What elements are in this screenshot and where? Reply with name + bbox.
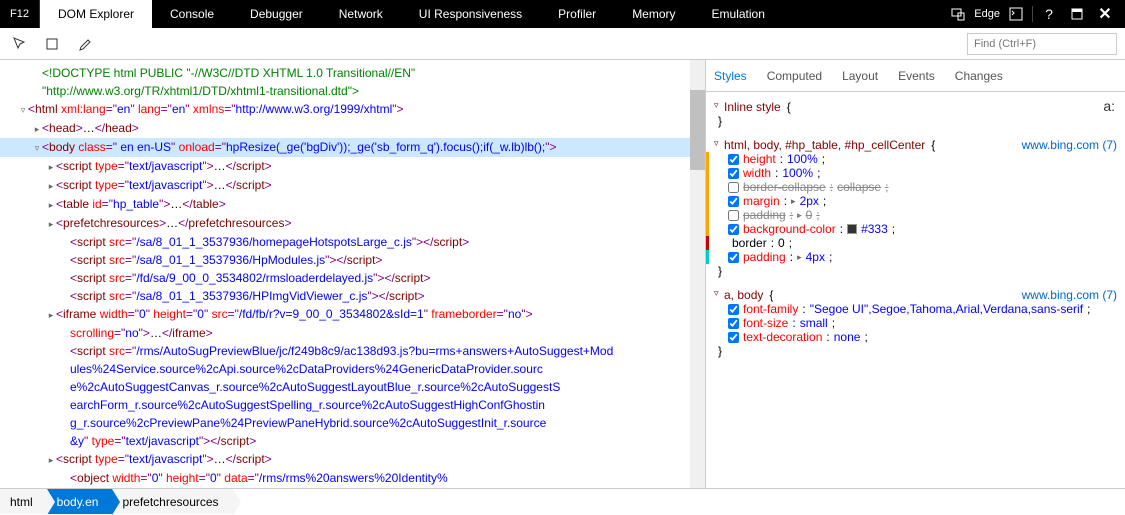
- css-prop[interactable]: padding: ▸4px;: [714, 250, 1117, 264]
- dom-line[interactable]: ▿<body class=" en en-US" onload="hpResiz…: [0, 138, 705, 157]
- dom-line[interactable]: ▸<script type="text/javascript">…</scrip…: [0, 450, 705, 469]
- prop-checkbox[interactable]: [728, 210, 739, 221]
- css-prop[interactable]: height: 100%;: [714, 152, 1117, 166]
- dom-line[interactable]: scrolling="no">…</iframe>: [0, 324, 705, 342]
- css-prop[interactable]: font-size: small;: [714, 316, 1117, 330]
- css-prop[interactable]: text-decoration: none;: [714, 330, 1117, 344]
- side-tab-events[interactable]: Events: [898, 69, 935, 83]
- tab-emulation[interactable]: Emulation: [694, 0, 783, 28]
- tab-ui-responsiveness[interactable]: UI Responsiveness: [401, 0, 540, 28]
- dom-line[interactable]: earchForm_r.source%2cAutoSuggestSpelling…: [0, 396, 705, 414]
- f12-label: F12: [0, 0, 40, 28]
- dom-scrollbar[interactable]: [690, 60, 705, 488]
- css-prop[interactable]: border: 0;: [714, 236, 1117, 250]
- prop-checkbox[interactable]: [728, 154, 739, 165]
- side-tab-styles[interactable]: Styles: [714, 69, 747, 83]
- device-icon[interactable]: [946, 0, 970, 28]
- dom-line[interactable]: ▿<html xml:lang="en" lang="en" xmlns="ht…: [0, 100, 705, 119]
- prop-checkbox[interactable]: [728, 224, 739, 235]
- dom-line[interactable]: ▸<script type="text/javascript">…</scrip…: [0, 157, 705, 176]
- side-tab-computed[interactable]: Computed: [767, 69, 822, 83]
- dom-line[interactable]: ules%24Service.source%2cApi.source%2cDat…: [0, 360, 705, 378]
- prop-checkbox[interactable]: [728, 304, 739, 315]
- tab-dom-explorer[interactable]: DOM Explorer: [40, 0, 152, 28]
- dom-line[interactable]: g_r.source%2cPreviewPane%24PreviewPaneHy…: [0, 414, 705, 432]
- dom-line[interactable]: "http://www.w3.org/TR/xhtml1/DTD/xhtml1-…: [0, 82, 705, 100]
- dom-line[interactable]: <script src="/sa/8_01_1_3537936/HPImgVid…: [0, 287, 705, 305]
- find-input[interactable]: [967, 33, 1117, 55]
- dom-tree[interactable]: <!DOCTYPE html PUBLIC "-//W3C//DTD XHTML…: [0, 60, 705, 488]
- dom-line[interactable]: <object width="0" height="0" data="/rms/…: [0, 469, 705, 487]
- dom-line[interactable]: e%2cAutoSuggestCanvas_r.source%2cAutoSug…: [0, 378, 705, 396]
- dom-line[interactable]: ▸<script type="text/javascript">…</scrip…: [0, 176, 705, 195]
- breadcrumb-body-en[interactable]: body.en: [47, 489, 113, 514]
- dom-line[interactable]: ▸<table id="hp_table">…</table>: [0, 195, 705, 214]
- source-link[interactable]: www.bing.com (7): [1022, 138, 1117, 152]
- side-tab-layout[interactable]: Layout: [842, 69, 878, 83]
- source-link[interactable]: www.bing.com (7): [1022, 288, 1117, 302]
- prop-checkbox[interactable]: [728, 252, 739, 263]
- accessibility-icon[interactable]: a:: [1103, 98, 1115, 114]
- prop-checkbox[interactable]: [728, 168, 739, 179]
- prop-checkbox[interactable]: [728, 196, 739, 207]
- close-icon[interactable]: ✕: [1093, 0, 1117, 28]
- dom-line[interactable]: <script src="/fd/sa/9_00_0_3534802/rmslo…: [0, 269, 705, 287]
- help-icon[interactable]: ?: [1037, 0, 1061, 28]
- breadcrumb-html[interactable]: html: [0, 489, 47, 514]
- tab-debugger[interactable]: Debugger: [232, 0, 321, 28]
- dom-line[interactable]: <script src="/rms/AutoSugPreviewBlue/jc/…: [0, 342, 705, 360]
- css-prop[interactable]: padding: ▸0;: [714, 208, 1117, 222]
- dom-line[interactable]: <script src="/sa/8_01_1_3537936/homepage…: [0, 233, 705, 251]
- css-prop[interactable]: background-color: #333;: [714, 222, 1117, 236]
- tab-network[interactable]: Network: [321, 0, 401, 28]
- dom-line[interactable]: <script src="/sa/8_01_1_3537936/HpModule…: [0, 251, 705, 269]
- tab-profiler[interactable]: Profiler: [540, 0, 614, 28]
- css-prop[interactable]: font-family: "Segoe UI",Segoe,Tahoma,Ari…: [714, 302, 1117, 316]
- undock-icon[interactable]: [1065, 0, 1089, 28]
- prop-checkbox[interactable]: [728, 182, 739, 193]
- dom-line[interactable]: ▸<prefetchresources>…</prefetchresources…: [0, 214, 705, 233]
- console-icon[interactable]: [1004, 0, 1028, 28]
- prop-checkbox[interactable]: [728, 332, 739, 343]
- select-element-icon[interactable]: [8, 32, 32, 56]
- edge-label: Edge: [974, 8, 1000, 20]
- styles-pane[interactable]: a: ▿Inline style{}▿html, body, #hp_table…: [706, 92, 1125, 488]
- side-tab-changes[interactable]: Changes: [955, 69, 1003, 83]
- css-prop[interactable]: border-collapse: collapse;: [714, 180, 1117, 194]
- css-prop[interactable]: margin: ▸2px;: [714, 194, 1117, 208]
- dom-line[interactable]: ▸<head>…</head>: [0, 119, 705, 138]
- prop-checkbox[interactable]: [728, 318, 739, 329]
- dom-line[interactable]: ▸<iframe width="0" height="0" src="/fd/f…: [0, 305, 705, 324]
- sep: [1032, 6, 1033, 22]
- highlight-icon[interactable]: [40, 32, 64, 56]
- color-picker-icon[interactable]: [72, 32, 96, 56]
- breadcrumb-prefetchresources[interactable]: prefetchresources: [112, 489, 232, 514]
- dom-line[interactable]: &y" type="text/javascript"></script>: [0, 432, 705, 450]
- css-prop[interactable]: width: 100%;: [714, 166, 1117, 180]
- dom-line[interactable]: <!DOCTYPE html PUBLIC "-//W3C//DTD XHTML…: [0, 64, 705, 82]
- tab-console[interactable]: Console: [152, 0, 232, 28]
- tab-memory[interactable]: Memory: [614, 0, 693, 28]
